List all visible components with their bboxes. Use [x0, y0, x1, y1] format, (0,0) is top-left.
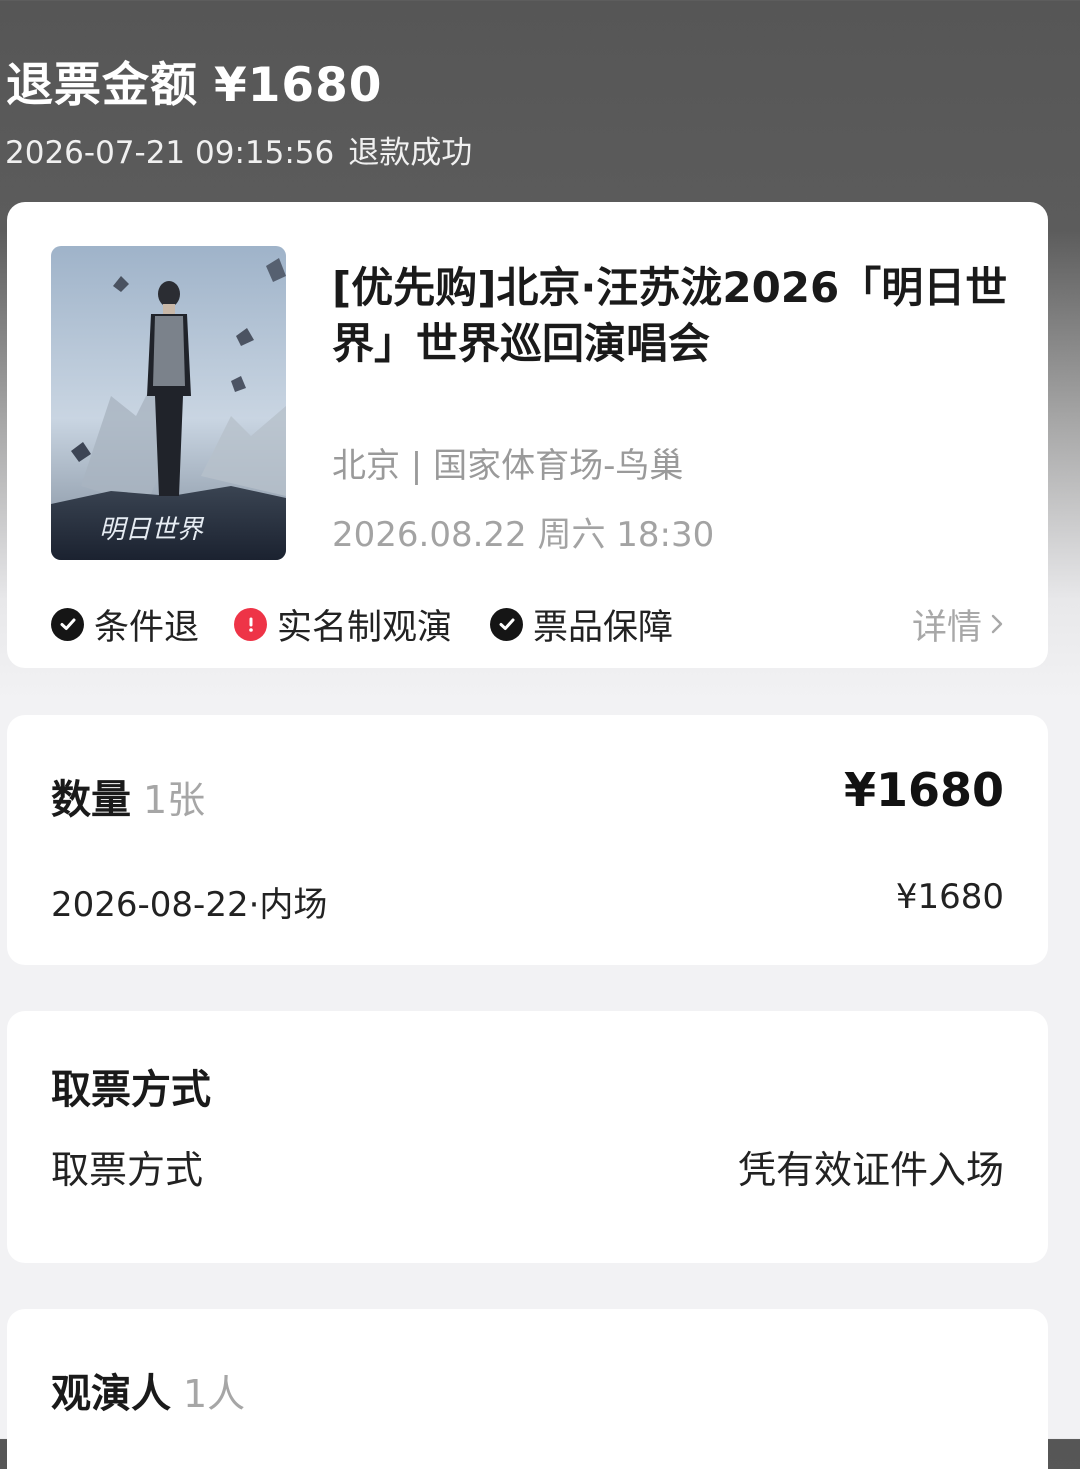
viewers-heading: 观演人 1人 [51, 1361, 245, 1419]
quantity-count: 1张 [143, 778, 206, 822]
pickup-method-label: 取票方式 [51, 1148, 204, 1192]
check-circle-icon [51, 607, 84, 641]
check-circle-icon [490, 607, 523, 641]
tag-label: 条件退 [94, 607, 200, 648]
refund-amount-label: 退票金额 [6, 58, 198, 113]
event-datetime: 2026.08.22 周六 18:30 [332, 515, 715, 555]
tag-label: 实名制观演 [277, 607, 453, 648]
concert-poster-image[interactable]: 明日世界 [51, 246, 286, 560]
refund-status: 退款成功 [348, 135, 473, 171]
quantity-label: 数量 [51, 777, 131, 823]
event-venue: 北京 | 国家体育场-鸟巢 [332, 446, 684, 486]
event-card[interactable]: 明日世界 [优先购]北京·汪苏泷2026「明日世界」世界巡回演唱会 北京 | 国… [7, 202, 1048, 668]
tag-label: 票品保障 [533, 607, 674, 648]
alert-circle-icon [234, 607, 267, 641]
seat-price: ¥1680 [895, 877, 1004, 917]
quantity-card: 数量 1张 ¥1680 2026-08-22·内场 ¥1680 [7, 715, 1048, 965]
viewers-count: 1人 [183, 1372, 246, 1416]
quantity-heading: 数量 1张 [51, 767, 205, 825]
event-title: [优先购]北京·汪苏泷2026「明日世界」世界巡回演唱会 [332, 263, 1008, 368]
refund-amount-value: ¥1680 [214, 58, 383, 113]
tag-real-name: 实名制观演 [234, 602, 452, 648]
quantity-total: ¥1680 [843, 763, 1004, 817]
details-link[interactable]: 详情 [912, 602, 1004, 648]
tag-conditional-refund: 条件退 [51, 602, 199, 648]
seat-description: 2026-08-22·内场 [51, 885, 328, 925]
details-label: 详情 [911, 607, 982, 648]
guarantee-tags: 条件退 实名制观演 票品保障 [51, 602, 1011, 648]
tag-ticket-guarantee: 票品保障 [490, 602, 673, 648]
viewers-label: 观演人 [51, 1371, 171, 1417]
viewers-card: 观演人 1人 [7, 1309, 1048, 1469]
pickup-method-value: 凭有效证件入场 [737, 1148, 1004, 1192]
pickup-card: 取票方式 取票方式 凭有效证件入场 [7, 1011, 1048, 1263]
svg-text:明日世界: 明日世界 [99, 515, 205, 545]
refund-header: 退票金额 ¥1680 2026-07-21 09:15:56 退款成功 [0, 0, 1080, 200]
chevron-right-icon [990, 612, 1004, 636]
pickup-section-title: 取票方式 [51, 1067, 211, 1113]
refund-status-line: 2026-07-21 09:15:56 退款成功 [5, 127, 472, 172]
refund-timestamp: 2026-07-21 09:15:56 [5, 135, 335, 171]
refund-amount-title: 退票金额 ¥1680 [6, 46, 383, 115]
